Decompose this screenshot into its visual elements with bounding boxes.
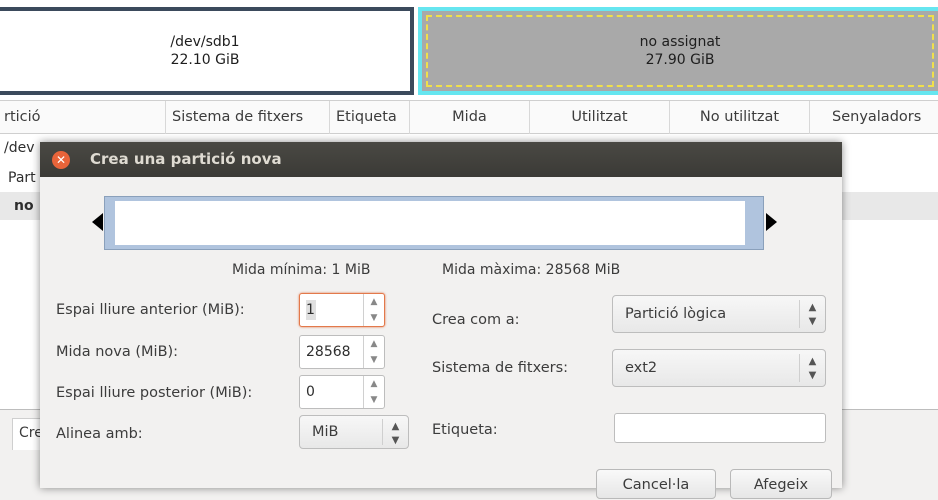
create-as-label: Crea com a: — [432, 312, 520, 328]
partition-segment-unallocated[interactable]: no assignat 27.90 GiB — [418, 7, 938, 95]
free-before-label: Espai lliure anterior (MiB): — [56, 302, 245, 318]
filesystem-label: Sistema de fitxers: — [432, 360, 569, 376]
decrement-icon[interactable]: ▼ — [364, 352, 384, 368]
increment-icon[interactable]: ▲ — [364, 376, 384, 392]
increment-icon[interactable]: ▲ — [364, 336, 384, 352]
dialog-titlebar[interactable]: ✕ Crea una partició nova — [40, 142, 842, 177]
decrement-icon[interactable]: ▼ — [364, 310, 384, 326]
decrement-icon[interactable]: ▼ — [364, 392, 384, 408]
column-unused[interactable]: No utilitzat — [670, 101, 810, 134]
table-row-text: /dev — [4, 140, 35, 156]
free-after-label: Espai lliure posterior (MiB): — [56, 385, 253, 401]
add-button[interactable]: Afegeix — [730, 469, 832, 499]
resize-left-handle-icon[interactable] — [92, 213, 103, 231]
partition-resizer[interactable] — [104, 196, 764, 250]
free-before-input[interactable] — [306, 300, 316, 320]
resize-right-handle-icon[interactable] — [766, 213, 777, 231]
dialog-title: Crea una partició nova — [90, 150, 282, 168]
create-as-value: Partició lògica — [625, 306, 727, 322]
partition-segment-sdb1[interactable]: /dev/sdb1 22.10 GiB — [0, 7, 414, 95]
label-input[interactable] — [614, 413, 826, 443]
align-value: MiB — [312, 424, 339, 440]
max-size-label: Mida màxima: 28568 MiB — [442, 262, 621, 278]
combo-arrows-icon: ▲ ▼ — [799, 354, 825, 382]
align-label: Alinea amb: — [56, 426, 143, 442]
combo-arrows-icon: ▲ ▼ — [799, 300, 825, 328]
create-partition-dialog: ✕ Crea una partició nova Mida mínima: 1 … — [40, 142, 842, 499]
create-as-combo[interactable]: Partició lògica ▲ ▼ — [612, 295, 826, 333]
free-after-spinner[interactable]: ▲ ▼ — [299, 375, 385, 409]
partition-resizer-area[interactable] — [115, 201, 745, 245]
column-filesystem[interactable]: Sistema de fitxers — [166, 101, 330, 134]
spin-buttons: ▲ ▼ — [363, 376, 384, 408]
min-size-label: Mida mínima: 1 MiB — [232, 262, 371, 278]
new-size-spinner[interactable]: ▲ ▼ — [299, 335, 385, 369]
segment-name: /dev/sdb1 — [170, 34, 240, 50]
table-row-text: no — [14, 198, 34, 214]
filesystem-value: ext2 — [625, 360, 658, 376]
increment-icon[interactable]: ▲ — [364, 294, 384, 310]
segment-size: 22.10 GiB — [170, 52, 240, 68]
combo-arrows-icon: ▲ ▼ — [382, 419, 408, 446]
column-partition[interactable]: rtició — [0, 101, 166, 134]
segment-name: no assignat — [639, 34, 721, 50]
table-row-text: Part — [8, 170, 36, 186]
column-size[interactable]: Mida — [410, 101, 530, 134]
column-used[interactable]: Utilitzat — [530, 101, 670, 134]
segment-size: 27.90 GiB — [645, 52, 715, 68]
partition-map: /dev/sdb1 22.10 GiB no assignat 27.90 Gi… — [0, 0, 938, 100]
column-label[interactable]: Etiqueta — [330, 101, 410, 134]
close-icon[interactable]: ✕ — [52, 151, 70, 169]
partition-table-header: rtició Sistema de fitxers Etiqueta Mida … — [0, 100, 938, 134]
filesystem-combo[interactable]: ext2 ▲ ▼ — [612, 349, 826, 387]
align-combo[interactable]: MiB ▲ ▼ — [299, 415, 409, 449]
cancel-button[interactable]: Cancel·la — [596, 469, 716, 499]
column-flags[interactable]: Senyaladors — [810, 101, 938, 134]
free-after-input[interactable] — [306, 382, 362, 402]
free-before-spinner[interactable]: ▲ ▼ — [299, 293, 385, 327]
spin-buttons: ▲ ▼ — [363, 294, 384, 326]
new-size-input[interactable] — [306, 342, 362, 362]
spin-buttons: ▲ ▼ — [363, 336, 384, 368]
label-field-label: Etiqueta: — [432, 422, 498, 438]
new-size-label: Mida nova (MiB): — [56, 344, 179, 360]
